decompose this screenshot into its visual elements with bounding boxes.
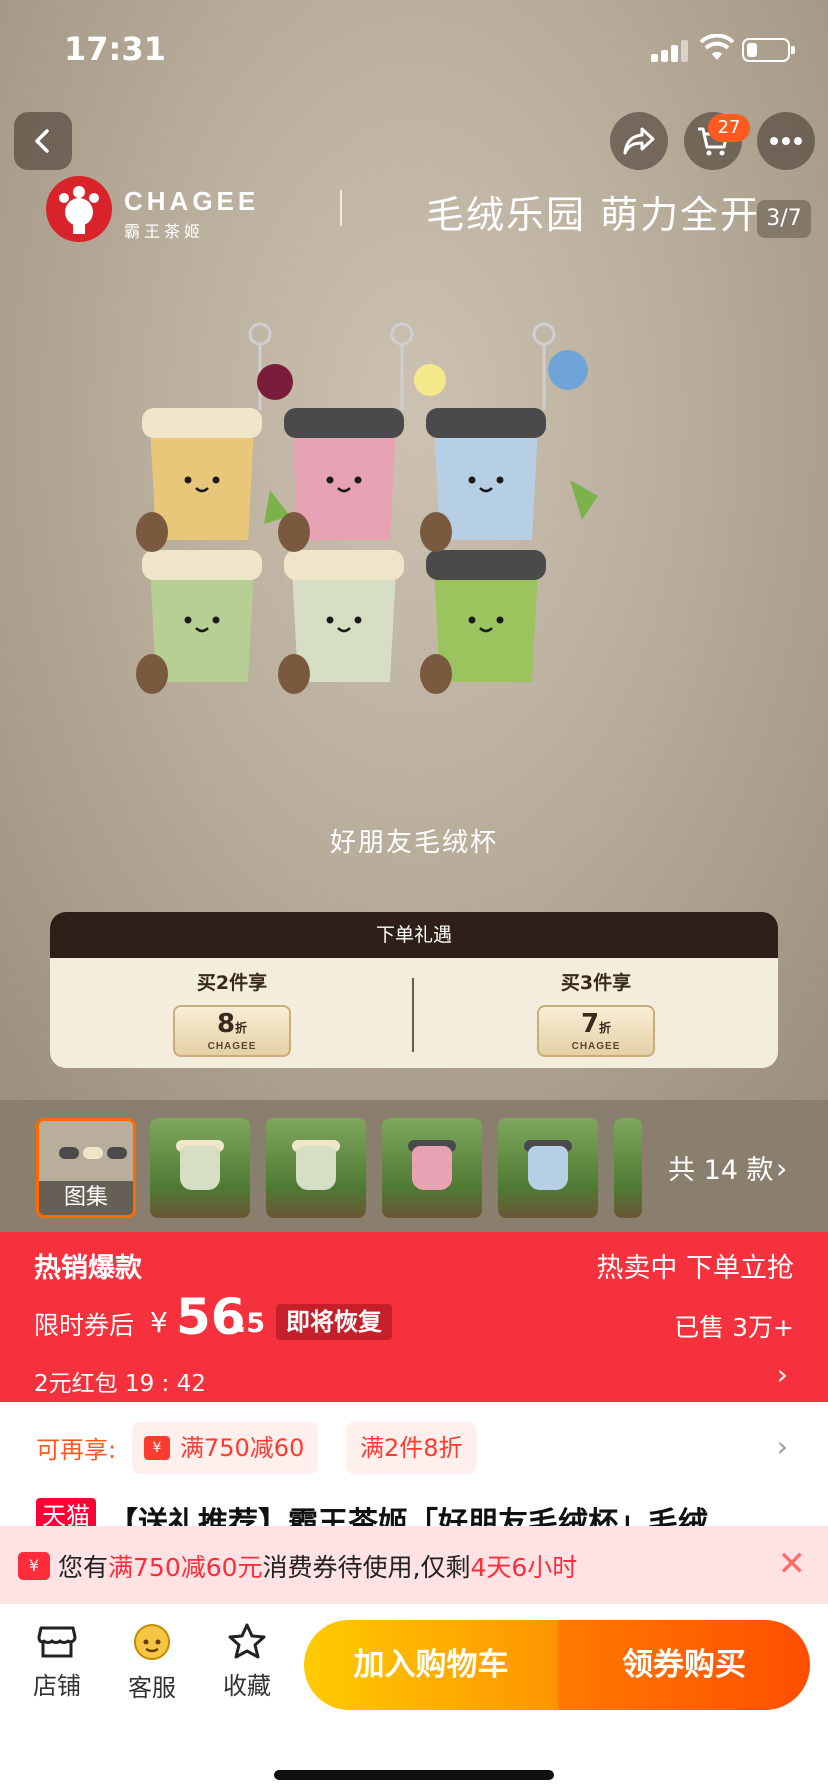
thumbnail-variant[interactable] bbox=[382, 1118, 482, 1218]
voucher-text: 您有满750减60元消费券待使用,仅剩4天6小时 bbox=[58, 1548, 577, 1584]
promo-row[interactable]: 可再享: ¥ 满750减60 满2件8折 › bbox=[0, 1402, 828, 1498]
buy-with-coupon-button[interactable]: 领券购买 bbox=[558, 1620, 810, 1710]
share-button[interactable] bbox=[610, 112, 668, 170]
thumbnail-variant[interactable] bbox=[266, 1118, 366, 1218]
offer-title: 买2件享 bbox=[196, 972, 268, 994]
favorite-label: 收藏 bbox=[223, 1672, 271, 1700]
thumb-art bbox=[59, 1147, 79, 1159]
more-button[interactable] bbox=[757, 112, 815, 170]
voucher-middle: 消费券待使用,仅剩 bbox=[262, 1553, 471, 1582]
discount-unit: 折 bbox=[599, 1021, 612, 1035]
thumbnail-variant[interactable] bbox=[498, 1118, 598, 1218]
brand-name-en: CHAGEE bbox=[124, 186, 260, 216]
sold-count: 已售 3万+ bbox=[674, 1313, 794, 1342]
thumbnail-gallery[interactable]: 图集 bbox=[36, 1118, 136, 1218]
chevron-right-icon[interactable]: › bbox=[777, 1430, 788, 1463]
voucher-prefix: 您有 bbox=[58, 1553, 109, 1582]
customer-service-label: 客服 bbox=[128, 1674, 176, 1702]
voucher-reminder-bar[interactable]: ¥ 您有满750减60元消费券待使用,仅剩4天6小时 ✕ bbox=[0, 1526, 828, 1604]
close-icon[interactable]: ✕ bbox=[778, 1544, 807, 1584]
hot-sale-tag: 热销爆款 bbox=[34, 1253, 142, 1284]
wifi-icon bbox=[700, 34, 734, 60]
brand-logo-icon bbox=[46, 176, 112, 242]
voucher-icon: ¥ bbox=[18, 1552, 50, 1580]
order-offer-card: 下单礼遇 买2件享 8折 CHAGEE 买3件享 7折 CHAGEE bbox=[50, 912, 778, 1068]
status-bar: 17:31 bbox=[0, 0, 828, 100]
discount-plaque: 8折 CHAGEE bbox=[173, 1005, 291, 1057]
discount-plaque: 7折 CHAGEE bbox=[537, 1005, 655, 1057]
store-label: 店铺 bbox=[33, 1672, 81, 1700]
brand-name-cn: 霸王茶姬 bbox=[124, 222, 205, 241]
cup-body bbox=[528, 1146, 568, 1190]
product-caption: 好朋友毛绒杯 bbox=[329, 828, 498, 858]
price-currency: ¥ bbox=[150, 1306, 168, 1339]
offer-buy-3: 买3件享 7折 CHAGEE bbox=[414, 968, 778, 1064]
thumbnail-variant[interactable] bbox=[614, 1118, 642, 1218]
sale-status: 热卖中 下单立抢 bbox=[596, 1253, 794, 1284]
coupon-chip[interactable]: ¥ 满750减60 bbox=[132, 1422, 319, 1474]
discount-chip[interactable]: 满2件8折 bbox=[346, 1422, 477, 1474]
add-to-cart-button[interactable]: 加入购物车 bbox=[304, 1620, 558, 1710]
thumbnail-label: 图集 bbox=[39, 1181, 133, 1215]
status-time: 17:31 bbox=[64, 30, 166, 68]
favorite-button[interactable]: 收藏 bbox=[207, 1622, 287, 1712]
plaque-brand: CHAGEE bbox=[571, 1041, 621, 1052]
brand-lockup: CHAGEE 霸王茶姬 bbox=[46, 176, 346, 246]
image-page-indicator: 3/7 bbox=[757, 200, 811, 238]
variant-count[interactable]: 共 14 款 bbox=[668, 1148, 774, 1187]
product-hero-gallery[interactable]: 17:31 27 CHAGEE 霸王茶姬 毛绒乐园 萌力全开 3/7 好朋友毛绒… bbox=[0, 0, 828, 1100]
price-restore-badge: 即将恢复 bbox=[276, 1304, 392, 1340]
brand-divider bbox=[340, 190, 342, 226]
thumbnail-variant[interactable] bbox=[150, 1118, 250, 1218]
chevron-right-icon: › bbox=[776, 1152, 788, 1185]
star-icon bbox=[228, 1623, 266, 1659]
coupon-chip-label: 满750减60 bbox=[180, 1434, 305, 1462]
more-icon bbox=[770, 137, 802, 145]
offer-buy-2: 买2件享 8折 CHAGEE bbox=[50, 968, 414, 1064]
offer-heading: 下单礼遇 bbox=[50, 912, 778, 958]
price-banner: 热销爆款 热卖中 下单立抢 限时券后 ¥ 56 .5 即将恢复 已售 3万+ 2… bbox=[0, 1232, 828, 1402]
coupon-icon: ¥ bbox=[144, 1436, 170, 1460]
store-icon bbox=[37, 1626, 77, 1658]
home-indicator bbox=[274, 1770, 554, 1780]
promo-label: 可再享: bbox=[36, 1436, 117, 1464]
battery-icon bbox=[742, 38, 795, 62]
red-packet-countdown[interactable]: 2元红包 19 : 42 bbox=[34, 1364, 206, 1398]
back-button[interactable] bbox=[14, 112, 72, 170]
plush-cups-image bbox=[136, 322, 598, 694]
chevron-right-icon[interactable]: › bbox=[777, 1358, 788, 1391]
cart-count-badge: 27 bbox=[708, 114, 750, 142]
chevron-left-icon bbox=[35, 129, 49, 153]
share-icon bbox=[623, 127, 655, 155]
offer-title: 买3件享 bbox=[560, 972, 632, 994]
price-decimal: .5 bbox=[236, 1308, 266, 1339]
signal-icon bbox=[651, 40, 689, 62]
discount-value: 8 bbox=[216, 1009, 236, 1039]
bottom-action-bar: 店铺 客服 收藏 加入购物车 领券购买 bbox=[0, 1604, 828, 1792]
cup-body bbox=[296, 1146, 336, 1190]
voucher-remaining: 4天6小时 bbox=[470, 1553, 578, 1582]
customer-service-button[interactable]: 客服 bbox=[112, 1622, 192, 1712]
customer-service-icon bbox=[134, 1624, 170, 1660]
voucher-amount: 满750减60元 bbox=[108, 1553, 263, 1582]
discount-value: 7 bbox=[580, 1009, 600, 1039]
cup-body bbox=[412, 1146, 452, 1190]
store-button[interactable]: 店铺 bbox=[17, 1622, 97, 1712]
plaque-brand: CHAGEE bbox=[207, 1041, 257, 1052]
thumb-art bbox=[83, 1147, 103, 1159]
price-label: 限时券后 bbox=[34, 1311, 135, 1340]
battery-level bbox=[747, 43, 757, 57]
cup-body bbox=[180, 1146, 220, 1190]
hero-slogan: 毛绒乐园 萌力全开 bbox=[426, 193, 761, 237]
discount-unit: 折 bbox=[235, 1021, 248, 1035]
thumb-art bbox=[107, 1147, 127, 1159]
